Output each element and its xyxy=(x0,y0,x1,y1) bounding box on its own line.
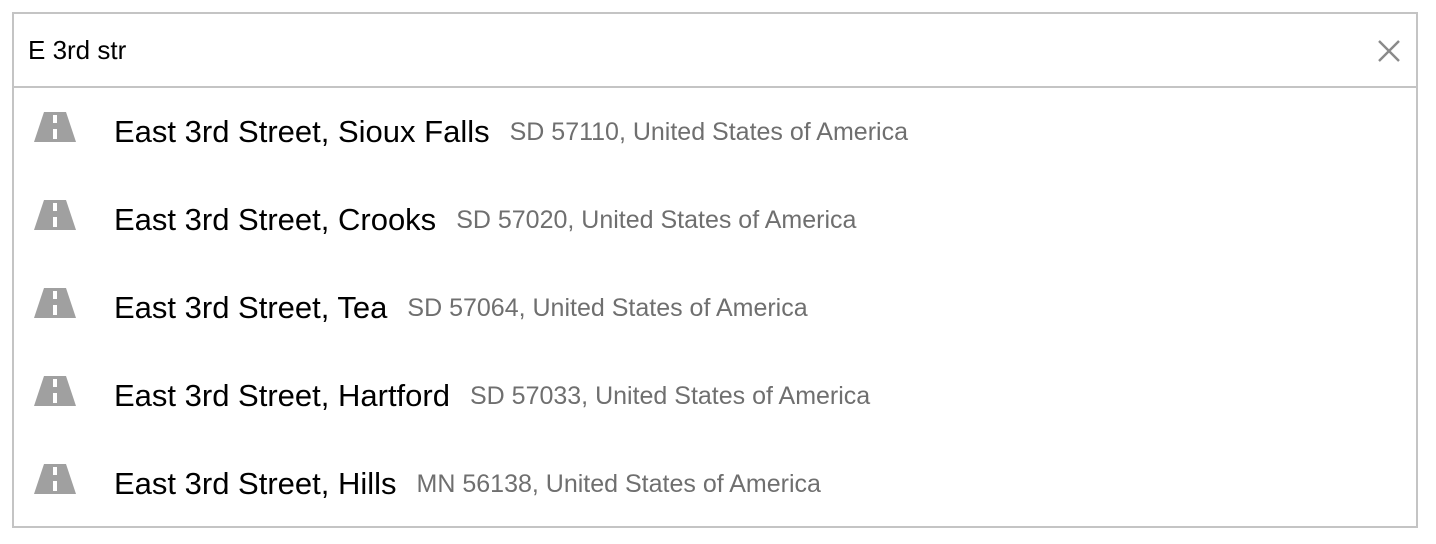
suggestion-text: East 3rd Street, Hills MN 56138, United … xyxy=(114,440,821,528)
suggestion-secondary: SD 57033, United States of America xyxy=(469,381,871,410)
suggestion-primary: East 3rd Street, Tea xyxy=(114,290,388,325)
road-icon xyxy=(34,200,76,230)
suggestion-item[interactable]: East 3rd Street, Crooks SD 57020, United… xyxy=(14,176,1416,264)
suggestion-primary: East 3rd Street, Crooks xyxy=(114,202,437,237)
suggestion-item[interactable]: East 3rd Street, Hills MN 56138, United … xyxy=(14,440,1416,528)
suggestion-item[interactable]: East 3rd Street, Tea SD 57064, United St… xyxy=(14,264,1416,352)
suggestion-primary: East 3rd Street, Hills xyxy=(114,466,397,501)
road-icon xyxy=(34,112,76,142)
suggestion-secondary: SD 57064, United States of America xyxy=(407,293,808,322)
suggestion-secondary: SD 57110, United States of America xyxy=(509,117,908,146)
search-input[interactable] xyxy=(14,14,1354,86)
search-bar xyxy=(14,14,1416,88)
suggestion-primary: East 3rd Street, Hartford xyxy=(114,378,450,413)
road-icon xyxy=(34,288,76,318)
suggestion-list: East 3rd Street, Sioux Falls SD 57110, U… xyxy=(14,88,1416,528)
road-icon xyxy=(34,376,76,406)
road-icon xyxy=(34,464,76,494)
suggestion-primary: East 3rd Street, Sioux Falls xyxy=(114,114,490,149)
suggestion-text: East 3rd Street, Sioux Falls SD 57110, U… xyxy=(114,88,908,176)
suggestion-text: East 3rd Street, Hartford SD 57033, Unit… xyxy=(114,352,870,440)
clear-button[interactable] xyxy=(1372,34,1406,68)
close-icon xyxy=(1378,40,1400,62)
suggestion-secondary: SD 57020, United States of America xyxy=(456,205,857,234)
suggestion-secondary: MN 56138, United States of America xyxy=(416,469,821,498)
address-autocomplete: East 3rd Street, Sioux Falls SD 57110, U… xyxy=(12,12,1418,528)
suggestion-item[interactable]: East 3rd Street, Hartford SD 57033, Unit… xyxy=(14,352,1416,440)
suggestion-item[interactable]: East 3rd Street, Sioux Falls SD 57110, U… xyxy=(14,88,1416,176)
suggestion-text: East 3rd Street, Tea SD 57064, United St… xyxy=(114,264,808,352)
suggestion-text: East 3rd Street, Crooks SD 57020, United… xyxy=(114,176,856,264)
